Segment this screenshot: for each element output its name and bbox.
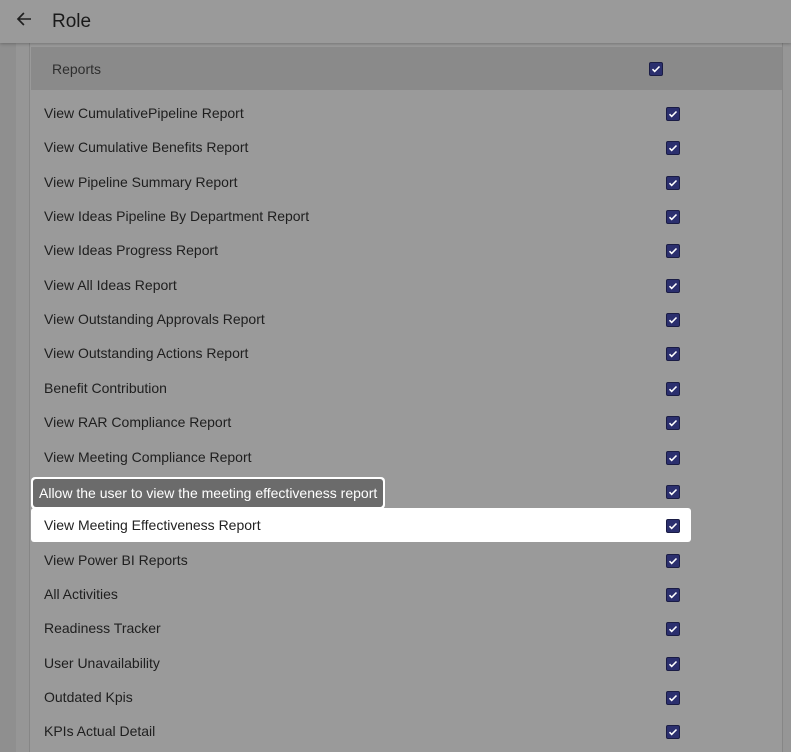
app-bar: Role <box>0 0 791 43</box>
permission-row[interactable]: View All Ideas Report <box>30 268 782 302</box>
checkmark-icon <box>668 625 678 633</box>
checkmark-icon <box>668 282 678 290</box>
permissions-card: Reports View CumulativePipeline Report Vi… <box>29 43 783 752</box>
permission-row[interactable]: View Pipeline Summary Report <box>30 165 782 199</box>
permission-row[interactable]: View Meeting Compliance Report <box>30 440 782 474</box>
permission-checkbox[interactable] <box>666 451 680 465</box>
checkmark-icon <box>668 213 678 221</box>
permission-checkbox[interactable] <box>666 554 680 568</box>
content-area: Reports View CumulativePipeline Report Vi… <box>16 43 791 752</box>
permission-label: Benefit Contribution <box>44 380 167 396</box>
permission-label: KPIs Actual Detail <box>44 723 156 739</box>
permission-label: View Ideas Pipeline By Department Report <box>44 208 310 224</box>
permission-checkbox[interactable] <box>666 416 680 430</box>
permission-label: View Cumulative Benefits Report <box>44 139 249 155</box>
permission-checkbox[interactable] <box>666 210 680 224</box>
permission-row[interactable]: View RAR Compliance Report <box>30 405 782 439</box>
checkmark-icon <box>668 247 678 255</box>
permission-checkbox[interactable] <box>666 622 680 636</box>
checkmark-icon <box>668 350 678 358</box>
permission-checkbox[interactable] <box>666 141 680 155</box>
checkmark-icon <box>668 660 678 668</box>
permission-label: View Outstanding Approvals Report <box>44 311 265 327</box>
permission-checkbox[interactable] <box>666 244 680 258</box>
permission-row[interactable]: View CumulativePipeline Report <box>30 96 782 130</box>
checkmark-icon <box>668 728 678 736</box>
permission-row[interactable]: KPIs Actual Detail <box>30 714 782 748</box>
page-title: Role <box>52 11 92 32</box>
permission-label: Outdated Kpis <box>44 689 133 705</box>
checkmark-icon <box>668 316 678 324</box>
permission-checkbox[interactable] <box>666 107 680 121</box>
permission-label: View Meeting Compliance Report <box>44 449 252 465</box>
checkmark-icon <box>668 522 678 530</box>
arrow-left-icon <box>16 11 32 32</box>
checkmark-icon <box>651 65 661 73</box>
permission-row[interactable]: Readiness Tracker <box>30 611 782 645</box>
permission-label: View CumulativePipeline Report <box>44 105 244 121</box>
permission-label: All Activities <box>44 586 118 602</box>
permission-label: View Pipeline Summary Report <box>44 174 238 190</box>
tooltip: Allow the user to view the meeting effec… <box>31 477 386 509</box>
permission-checkbox[interactable] <box>666 347 680 361</box>
checkmark-icon <box>668 454 678 462</box>
permission-row-highlighted[interactable]: View Meeting Effectiveness Report <box>31 508 691 542</box>
tooltip-text: Allow the user to view the meeting effec… <box>33 479 384 507</box>
permission-label: View Power BI Reports <box>44 552 188 568</box>
checkmark-icon <box>668 179 678 187</box>
checkmark-icon <box>668 557 678 565</box>
checkmark-icon <box>668 591 678 599</box>
permission-checkbox[interactable] <box>666 519 680 533</box>
checkmark-icon <box>668 144 678 152</box>
permission-checkbox[interactable] <box>666 279 680 293</box>
section-header-reports: Reports <box>31 47 782 90</box>
checkmark-icon <box>668 385 678 393</box>
permission-row[interactable]: View Ideas Progress Report <box>30 233 782 267</box>
permission-checkbox[interactable] <box>666 725 680 739</box>
permission-label: Readiness Tracker <box>44 620 161 636</box>
checkmark-icon <box>668 110 678 118</box>
permission-checkbox[interactable] <box>666 588 680 602</box>
permission-checkbox[interactable] <box>666 485 680 499</box>
permission-label: View RAR Compliance Report <box>44 414 232 430</box>
permission-row[interactable]: Benefit Contribution <box>30 371 782 405</box>
section-select-all-checkbox[interactable] <box>649 62 663 76</box>
checkmark-icon <box>668 419 678 427</box>
permission-label: View Ideas Progress Report <box>44 242 219 258</box>
permission-checkbox[interactable] <box>666 691 680 705</box>
permission-checkbox[interactable] <box>666 313 680 327</box>
permission-checkbox[interactable] <box>666 657 680 671</box>
permission-row[interactable]: View Ideas Pipeline By Department Report <box>30 199 782 233</box>
permission-label: View Meeting Effectiveness Report <box>44 517 261 533</box>
permission-label: User Unavailability <box>44 655 160 671</box>
permission-row[interactable]: View Outstanding Actions Report <box>30 336 782 370</box>
permission-checkbox[interactable] <box>666 176 680 190</box>
permission-row[interactable]: User Unavailability <box>30 646 782 680</box>
permission-label: View Outstanding Actions Report <box>44 345 249 361</box>
permission-row[interactable]: View Cumulative Benefits Report <box>30 130 782 164</box>
back-button[interactable] <box>12 9 36 33</box>
section-title: Reports <box>52 61 102 77</box>
checkmark-icon <box>668 694 678 702</box>
checkmark-icon <box>668 488 678 496</box>
permission-checkbox[interactable] <box>666 382 680 396</box>
permission-row[interactable]: All Activities <box>30 577 782 611</box>
permission-row[interactable]: Outdated Kpis <box>30 680 782 714</box>
permission-label: View All Ideas Report <box>44 277 177 293</box>
permission-row[interactable]: View Power BI Reports <box>30 543 782 577</box>
permission-row[interactable]: View Outstanding Approvals Report <box>30 302 782 336</box>
